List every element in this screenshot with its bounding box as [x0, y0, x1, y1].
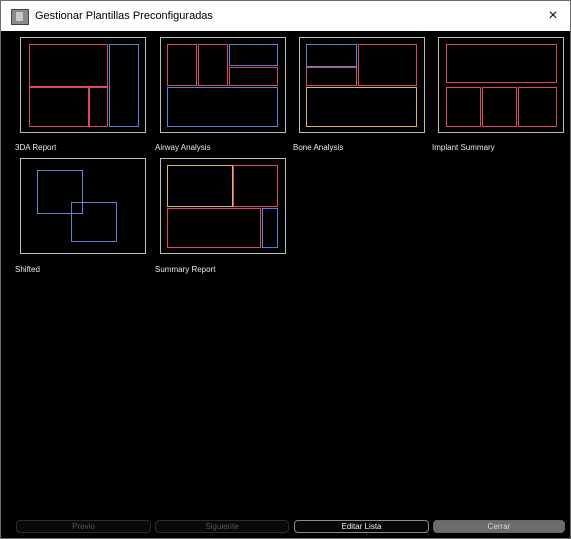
- template-label: Shifted: [15, 265, 40, 274]
- layout-panel: [167, 87, 278, 127]
- previous-button[interactable]: Previo: [16, 520, 151, 533]
- template-label: 3DA Report: [15, 143, 57, 152]
- layout-panel: [306, 44, 357, 67]
- layout-panel: [167, 165, 233, 207]
- next-button[interactable]: Siguiente: [155, 520, 289, 533]
- template-manager-window: Gestionar Plantillas Preconfiguradas × 3…: [0, 0, 571, 539]
- template-label: Airway Analysis: [155, 143, 211, 152]
- layout-panel: [229, 67, 278, 86]
- templates-grid: 3DA Report Airway Analysis Bone Analysis…: [1, 31, 570, 520]
- app-icon: [11, 9, 29, 25]
- layout-panel: [167, 208, 261, 248]
- layout-panel: [446, 87, 481, 127]
- layout-panel: [262, 208, 278, 248]
- layout-panel: [109, 44, 139, 127]
- template-thumbnail-summary-report[interactable]: [160, 158, 286, 254]
- layout-panel: [167, 44, 197, 86]
- layout-panel: [198, 44, 228, 86]
- template-thumbnail-airway-analysis[interactable]: [160, 37, 286, 133]
- template-thumbnail-3da-report[interactable]: [20, 37, 146, 133]
- edit-list-button[interactable]: Editar Lista: [294, 520, 429, 533]
- layout-panel: [446, 44, 557, 83]
- close-icon[interactable]: ×: [543, 6, 563, 26]
- layout-panel: [233, 165, 278, 207]
- layout-panel: [358, 44, 417, 86]
- layout-panel: [29, 87, 89, 127]
- layout-panel: [306, 87, 417, 127]
- template-thumbnail-bone-analysis[interactable]: [299, 37, 425, 133]
- template-label: Bone Analysis: [293, 143, 344, 152]
- template-thumbnail-implant-summary[interactable]: [438, 37, 564, 133]
- title-bar: Gestionar Plantillas Preconfiguradas ×: [1, 1, 570, 31]
- template-label: Implant Summary: [432, 143, 495, 152]
- window-title: Gestionar Plantillas Preconfiguradas: [35, 10, 213, 22]
- template-thumbnail-shifted[interactable]: [20, 158, 146, 254]
- layout-panel: [229, 44, 278, 66]
- layout-panel: [518, 87, 557, 127]
- template-label: Summary Report: [155, 265, 216, 274]
- layout-panel: [306, 67, 357, 86]
- close-button[interactable]: Cerrar: [433, 520, 565, 533]
- footer-bar: Previo Siguiente Editar Lista Cerrar: [1, 520, 570, 538]
- layout-panel: [71, 202, 117, 242]
- layout-panel: [482, 87, 517, 127]
- layout-panel: [89, 87, 108, 127]
- layout-panel: [29, 44, 108, 87]
